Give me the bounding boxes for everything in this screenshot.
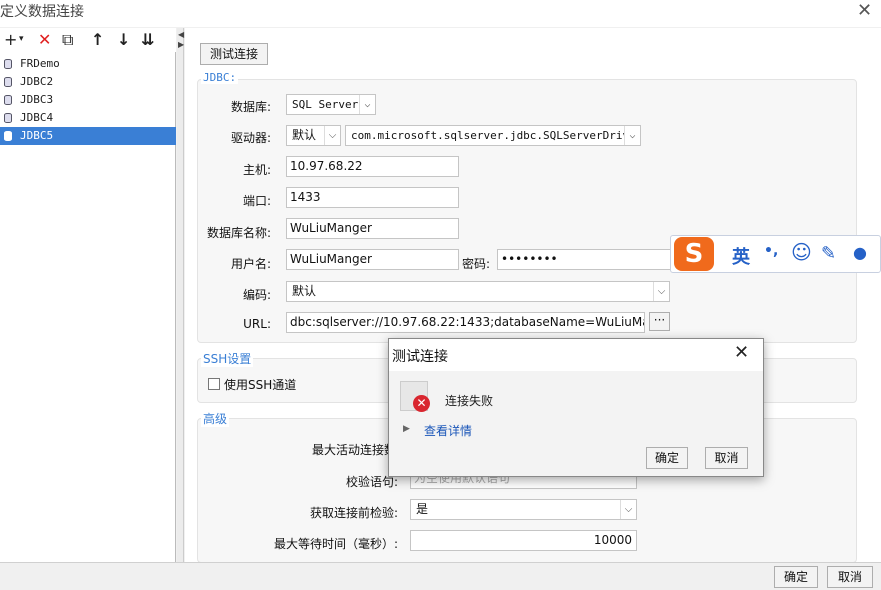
move-up-icon[interactable]: ↑ <box>91 30 104 49</box>
connection-list: FRDemo JDBC2 JDBC3 JDBC4 JDBC5 <box>0 55 176 145</box>
title-bar <box>0 0 881 27</box>
collapse-right-icon[interactable]: ▶ <box>178 40 184 49</box>
footer-bar <box>0 562 881 590</box>
database-label: 数据库: <box>230 100 271 114</box>
username-field[interactable]: WuLiuManger <box>286 249 459 270</box>
move-down-icon[interactable]: ↓ <box>117 30 130 49</box>
database-icon <box>4 113 12 123</box>
sort-icon[interactable]: ⇊ <box>141 30 154 49</box>
chevron-down-icon: ⌵ <box>359 95 375 114</box>
chevron-down-icon: ⌵ <box>624 126 640 145</box>
add-dropdown-icon[interactable]: ▾ <box>19 34 24 44</box>
delete-icon[interactable]: ✕ <box>38 30 51 49</box>
url-field[interactable]: dbc:sqlserver://10.97.68.22:1433;databas… <box>286 312 645 333</box>
database-icon <box>4 95 12 105</box>
database-name-label: 数据库名称: <box>206 226 271 240</box>
password-label: 密码: <box>462 257 491 271</box>
ok-button[interactable]: 确定 <box>774 566 818 588</box>
error-icon: ✕ <box>413 395 430 412</box>
list-item[interactable]: JDBC3 <box>0 91 176 109</box>
advanced-group-title: 高级 <box>201 410 230 427</box>
encoding-label: 编码: <box>242 288 271 302</box>
dialog-title: 测试连接 <box>392 349 448 365</box>
expand-arrow-icon[interactable]: ▶ <box>403 424 410 434</box>
dialog-message: 连接失败 <box>445 394 494 408</box>
ssh-group-title: SSH设置 <box>201 350 254 367</box>
window-title: 定义数据连接 <box>0 4 84 20</box>
chevron-down-icon: ⌵ <box>324 126 340 145</box>
driver-class-select[interactable]: com.microsoft.sqlserver.jdbc.SQLServerDr… <box>345 125 641 146</box>
chevron-down-icon: ⌵ <box>653 282 669 301</box>
use-ssh-checkbox[interactable] <box>208 378 220 390</box>
ime-punctuation-icon[interactable]: •, <box>764 243 778 259</box>
database-icon <box>4 77 12 87</box>
close-icon[interactable]: ✕ <box>857 0 872 21</box>
dialog-ok-button[interactable]: 确定 <box>646 447 688 469</box>
test-before-select[interactable]: 是 ⌵ <box>410 499 637 520</box>
list-item[interactable]: FRDemo <box>0 55 176 73</box>
ime-voice-icon[interactable]: ● <box>853 243 867 262</box>
jdbc-group-title: JDBC: <box>201 71 239 84</box>
port-field[interactable]: 1433 <box>286 187 459 208</box>
max-wait-label: 最大等待时间（毫秒）: <box>273 537 398 551</box>
collapse-left-icon[interactable]: ◀ <box>178 30 184 39</box>
max-active-label: 最大活动连接数: <box>311 443 400 457</box>
validation-label: 校验语句: <box>345 475 398 489</box>
database-icon <box>4 59 12 69</box>
encoding-select[interactable]: 默认 ⌵ <box>286 281 670 302</box>
add-icon[interactable]: + <box>4 30 17 49</box>
cancel-button[interactable]: 取消 <box>827 566 873 588</box>
jdbc-group <box>197 79 857 343</box>
close-icon[interactable]: ✕ <box>734 342 749 363</box>
ime-logo-icon[interactable]: S <box>674 237 714 271</box>
database-icon <box>4 131 12 141</box>
list-item[interactable]: JDBC4 <box>0 109 176 127</box>
driver-label: 驱动器: <box>230 131 271 145</box>
chevron-down-icon: ⌵ <box>620 500 636 519</box>
url-label: URL: <box>243 317 271 331</box>
ime-emoji-icon[interactable]: ☺ <box>791 240 812 264</box>
host-label: 主机: <box>242 163 271 177</box>
password-field[interactable]: •••••••• <box>497 249 672 270</box>
view-details-link[interactable]: 查看详情 <box>424 422 472 439</box>
host-field[interactable]: 10.97.68.22 <box>286 156 459 177</box>
list-item-selected[interactable]: JDBC5 <box>0 127 176 145</box>
use-ssh-label: 使用SSH通道 <box>224 378 297 392</box>
list-item[interactable]: JDBC2 <box>0 73 176 91</box>
ime-language-toggle[interactable]: 英 <box>732 243 750 269</box>
test-connection-button[interactable]: 测试连接 <box>200 43 268 65</box>
ime-handwriting-icon[interactable]: ✎ <box>821 243 836 264</box>
username-label: 用户名: <box>230 257 271 271</box>
driver-mode-select[interactable]: 默认 ⌵ <box>286 125 341 146</box>
database-name-field[interactable]: WuLiuManger <box>286 218 459 239</box>
panel-splitter[interactable] <box>177 28 184 562</box>
test-before-label: 获取连接前检验: <box>309 506 398 520</box>
url-more-button[interactable]: ··· <box>649 312 670 331</box>
max-wait-field[interactable]: 10000 <box>410 530 637 551</box>
dialog-cancel-button[interactable]: 取消 <box>705 447 748 469</box>
port-label: 端口: <box>242 194 271 208</box>
copy-icon[interactable]: ⧉ <box>62 30 73 50</box>
database-select[interactable]: SQL Server ⌵ <box>286 94 376 115</box>
